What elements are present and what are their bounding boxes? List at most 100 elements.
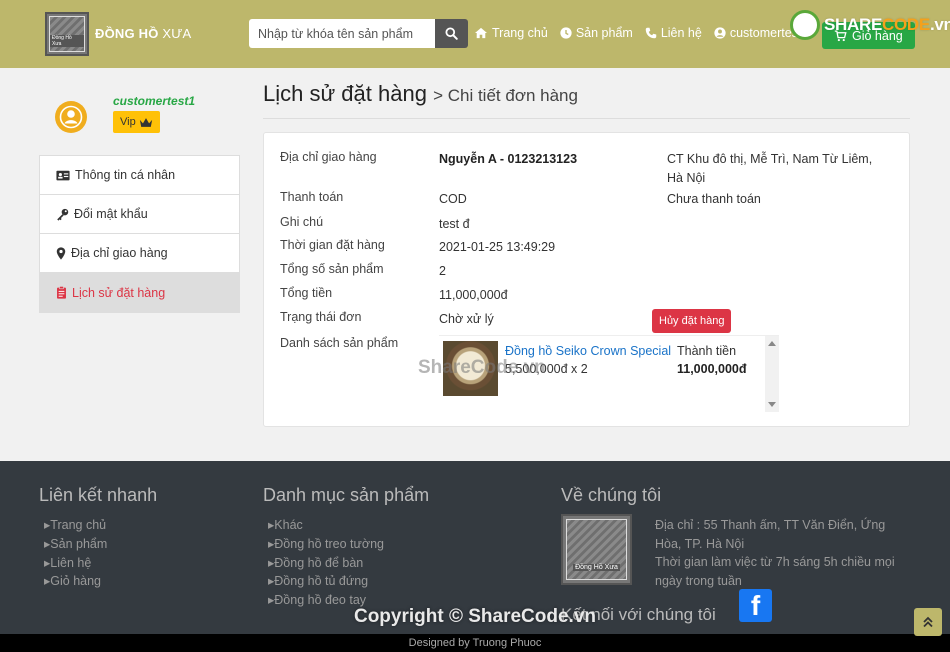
count-value: 2 xyxy=(439,264,446,278)
label-total: Tổng tiền xyxy=(280,286,333,300)
label-products: Danh sách sản phẩm xyxy=(280,336,399,350)
nav-products[interactable]: Sản phẩm xyxy=(560,26,633,40)
avatar xyxy=(55,101,87,133)
footer-logo-text: Đồng Hồ Xưa xyxy=(573,564,620,571)
footer-category-label: Đồng hồ tủ đứng xyxy=(274,574,369,588)
note-value: test đ xyxy=(439,217,470,231)
site-logo[interactable]: Đồng Hồ Xưa xyxy=(45,12,89,56)
footer-logo-image: Đồng Hồ Xưa xyxy=(566,519,627,580)
search-icon xyxy=(445,27,458,40)
menu-item-order-history[interactable]: Lịch sử đặt hàng xyxy=(40,273,239,312)
top-navbar: Đồng Hồ Xưa ĐỒNG HỒ XƯA Trang chủ Sản ph… xyxy=(0,0,950,68)
label-status: Trạng thái đơn xyxy=(280,310,362,324)
crown-icon xyxy=(139,117,152,127)
id-card-icon xyxy=(56,170,70,180)
brand-strong: ĐỒNG HỒ xyxy=(95,26,159,41)
total-value: 11,000,000đ xyxy=(439,288,508,302)
phone-icon xyxy=(645,27,657,39)
double-chevron-up-icon xyxy=(923,616,933,628)
search-input[interactable] xyxy=(249,19,435,48)
scroll-up-arrow-icon[interactable] xyxy=(768,341,776,346)
nav-contact-label: Liên hệ xyxy=(660,26,702,40)
sharecode-logo-icon xyxy=(790,10,820,40)
menu-item-address-label: Địa chỉ giao hàng xyxy=(71,246,168,260)
nav-contact[interactable]: Liên hệ xyxy=(645,26,702,40)
page-title: Lịch sử đặt hàng > Chi tiết đơn hàng xyxy=(263,81,578,107)
time-value: 2021-01-25 13:49:29 xyxy=(439,240,556,254)
search-button[interactable] xyxy=(435,19,468,48)
wm-tld: .vn xyxy=(929,15,950,34)
vip-badge: Vip xyxy=(113,111,160,133)
footer-category-2[interactable]: ▸Đồng hồ để bàn xyxy=(268,555,363,570)
key-icon xyxy=(57,208,69,221)
search-bar xyxy=(249,19,468,48)
username: customertest1 xyxy=(113,94,196,108)
footer-category-label: Khác xyxy=(274,518,303,532)
brand-name[interactable]: ĐỒNG HỒ XƯA xyxy=(95,26,191,41)
footer-link-cart[interactable]: ▸Giỏ hàng xyxy=(44,573,101,588)
wm-share: SHARE xyxy=(824,15,883,34)
clock-icon xyxy=(560,27,572,39)
map-marker-icon xyxy=(56,246,66,260)
footer-address: Địa chỉ : 55 Thanh ấm, TT Văn Điển, Ứng … xyxy=(655,518,886,551)
menu-item-password-label: Đổi mật khẩu xyxy=(74,207,148,221)
title-divider xyxy=(263,118,910,119)
brand-light: XƯA xyxy=(158,26,192,41)
user-circle-icon xyxy=(714,27,726,39)
footer-quick-links-title: Liên kết nhanh xyxy=(39,485,158,505)
label-payment: Thanh toán xyxy=(280,190,344,204)
label-time: Thời gian đặt hàng xyxy=(280,238,385,252)
footer-link-cart-label: Giỏ hàng xyxy=(50,574,102,588)
clipboard-icon xyxy=(57,286,66,299)
label-address: Địa chỉ giao hàng xyxy=(280,150,377,164)
vip-badge-label: Vip xyxy=(120,116,136,128)
main-nav: Trang chủ Sản phẩm Liên hệ customertest1 xyxy=(474,26,808,40)
payment-value: COD xyxy=(439,192,467,206)
footer-category-3[interactable]: ▸Đồng hồ tủ đứng xyxy=(268,573,368,588)
footer-category-4[interactable]: ▸Đồng hồ đeo tay xyxy=(268,592,366,607)
footer-link-home[interactable]: ▸Trang chủ xyxy=(44,517,106,532)
product-subtotal-value: 11,000,000đ xyxy=(677,362,747,376)
product-name-link[interactable]: Đồng hồ Seiko Crown Special xyxy=(505,344,671,358)
logo-text: Đồng Hồ Xưa xyxy=(50,35,84,47)
menu-item-address[interactable]: Địa chỉ giao hàng xyxy=(40,234,239,273)
footer-category-0[interactable]: ▸Khác xyxy=(268,517,303,532)
footer-categories-title: Danh mục sản phẩm xyxy=(263,485,430,505)
footer-link-home-label: Trang chủ xyxy=(50,518,107,532)
menu-item-password[interactable]: Đổi mật khẩu xyxy=(40,195,239,234)
sharecode-logo-text: SHARECODE.vn xyxy=(824,15,950,35)
copyright-text: Copyright © ShareCode.vn xyxy=(353,606,597,627)
designed-by: Designed by Truong Phuoc xyxy=(0,634,950,652)
nav-products-label: Sản phẩm xyxy=(575,26,633,40)
user-icon xyxy=(59,105,83,129)
menu-item-order-history-label: Lịch sử đặt hàng xyxy=(72,285,166,300)
menu-item-profile-label: Thông tin cá nhân xyxy=(75,168,176,182)
footer-link-products-label: Sản phẩm xyxy=(50,537,108,551)
scroll-down-arrow-icon[interactable] xyxy=(768,402,776,407)
footer-category-label: Đồng hồ treo tường xyxy=(274,537,384,551)
nav-home[interactable]: Trang chủ xyxy=(474,26,548,40)
product-subtotal-label: Thành tiền xyxy=(677,344,737,358)
footer-link-products[interactable]: ▸Sản phẩm xyxy=(44,536,107,551)
footer-hours: Thời gian làm việc từ 7h sáng 5h chiều m… xyxy=(655,555,895,588)
page-title-text: Lịch sử đặt hàng xyxy=(263,81,427,106)
cancel-order-button[interactable]: Hủy đặt hàng xyxy=(652,309,732,333)
footer-category-1[interactable]: ▸Đồng hồ treo tường xyxy=(268,536,384,551)
sharecode-watermark: ShareCode.vn xyxy=(418,357,546,378)
label-note: Ghi chú xyxy=(280,215,324,229)
recipient-value: Nguyễn A - 0123213123 xyxy=(439,152,578,166)
logo-image: Đồng Hồ Xưa xyxy=(49,16,85,52)
payment-status-value: Chưa thanh toán xyxy=(667,192,761,206)
wm-code: CODE xyxy=(882,15,930,34)
menu-item-profile[interactable]: Thông tin cá nhân xyxy=(40,156,239,195)
page-subtitle: > Chi tiết đơn hàng xyxy=(433,86,578,105)
account-menu: Thông tin cá nhân Đổi mật khẩu Địa chỉ g… xyxy=(39,155,240,313)
label-count: Tổng số sản phẩm xyxy=(280,262,384,276)
home-icon xyxy=(475,27,487,39)
address-value: CT Khu đô thị, Mễ Trì, Nam Từ Liêm, Hà N… xyxy=(667,152,873,185)
footer-link-contact-label: Liên hệ xyxy=(50,556,92,570)
sharecode-watermark-logo: SHARECODE.vn xyxy=(790,10,950,40)
footer-link-contact[interactable]: ▸Liên hệ xyxy=(44,555,91,570)
product-list-scrollbar[interactable] xyxy=(765,336,779,412)
back-to-top-button[interactable] xyxy=(914,608,942,636)
